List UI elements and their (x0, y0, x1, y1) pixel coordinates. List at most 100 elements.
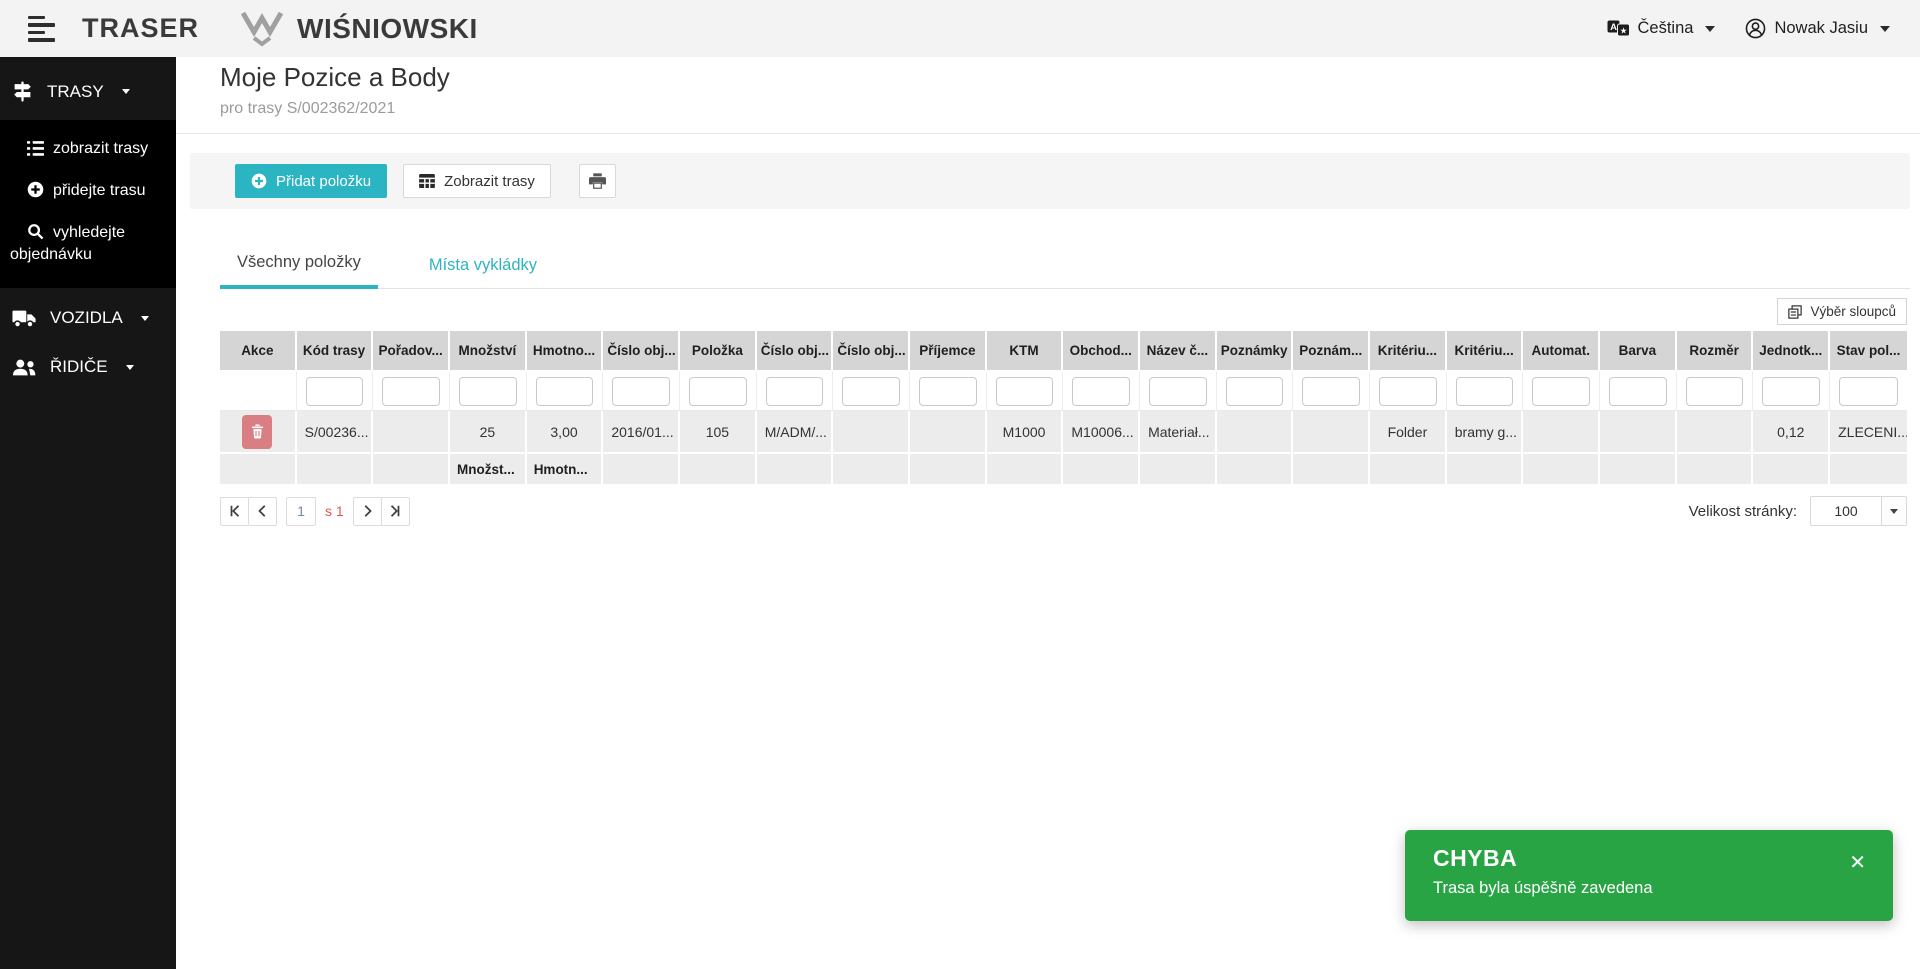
column-header[interactable]: Poznámky (1217, 331, 1294, 372)
column-header[interactable]: Barva (1600, 331, 1677, 372)
column-filter-input[interactable] (842, 377, 900, 406)
column-filter-input[interactable] (1839, 377, 1898, 406)
language-selector[interactable]: A ★ Čeština (1607, 19, 1716, 38)
column-filter-input[interactable] (306, 377, 364, 406)
pager: 1 s 1 (220, 497, 410, 526)
table-footer-row: Množst...Hmotn... (220, 454, 1907, 484)
sidebar-item-ridice[interactable]: ŘIDIČE (0, 339, 176, 388)
sidebar-item-find-order[interactable]: vyhledejte objednávku (0, 212, 176, 276)
page-title: Moje Pozice a Body (220, 62, 1920, 93)
svg-text:A: A (1610, 22, 1617, 33)
filter-cell (603, 372, 680, 411)
column-header[interactable]: Kód trasy (297, 331, 374, 372)
column-header[interactable]: Stav pol... (1830, 331, 1907, 372)
hamburger-menu-icon[interactable] (28, 16, 56, 42)
page-size-dropdown-button[interactable] (1881, 497, 1906, 525)
column-filter-input[interactable] (536, 377, 594, 406)
column-filter-input[interactable] (689, 377, 747, 406)
column-filter-input[interactable] (1302, 377, 1360, 406)
current-page-indicator[interactable]: 1 (286, 497, 316, 526)
add-item-label: Přidat položku (276, 173, 371, 190)
table-cell: Materiał... (1140, 411, 1217, 454)
first-page-button[interactable] (220, 497, 249, 526)
column-header[interactable]: Jednotk... (1753, 331, 1830, 372)
prev-page-button[interactable] (248, 497, 277, 526)
column-filter-input[interactable] (996, 377, 1054, 406)
column-filter-input[interactable] (1456, 377, 1514, 406)
table-footer-cell (833, 454, 910, 484)
sidebar-item-trasy[interactable]: TRASY (0, 57, 176, 120)
column-header[interactable]: Automat. (1523, 331, 1600, 372)
filter-cell (1293, 372, 1370, 411)
column-filter-input[interactable] (459, 377, 517, 406)
translate-icon: A ★ (1607, 20, 1630, 37)
print-button[interactable] (579, 164, 616, 198)
svg-text:★: ★ (1619, 27, 1627, 37)
sidebar-item-show-routes[interactable]: zobrazit trasy (0, 128, 176, 170)
column-filter-input[interactable] (1226, 377, 1284, 406)
sidebar-item-add-route[interactable]: přidejte trasu (0, 170, 176, 212)
table-footer-cell (680, 454, 757, 484)
column-filter-input[interactable] (1149, 377, 1207, 406)
grid-toolbar: Výběr sloupců (220, 298, 1907, 325)
page-size-select[interactable]: 100 (1810, 496, 1907, 526)
column-filter-input[interactable] (612, 377, 670, 406)
column-header[interactable]: Příjemce (910, 331, 987, 372)
filter-cell (1600, 372, 1677, 411)
column-header[interactable]: Číslo obj... (757, 331, 834, 372)
column-header[interactable]: Číslo obj... (603, 331, 680, 372)
delete-row-button[interactable] (242, 415, 272, 449)
filter-cell (297, 372, 374, 411)
column-header[interactable]: Rozměr (1677, 331, 1754, 372)
table-cell (1600, 411, 1677, 454)
table-footer-cell (1217, 454, 1294, 484)
divider (176, 133, 1920, 134)
plus-circle-icon (251, 173, 267, 189)
column-filter-input[interactable] (382, 377, 440, 406)
table-cell: M10006... (1063, 411, 1140, 454)
page-of-label: s 1 (325, 503, 344, 519)
column-header[interactable]: Poznám... (1293, 331, 1370, 372)
sidebar-item-vozidla[interactable]: VOZIDLA (0, 288, 176, 339)
column-filter-input[interactable] (1072, 377, 1130, 406)
table-footer-cell (1447, 454, 1524, 484)
column-chooser-button[interactable]: Výběr sloupců (1777, 298, 1907, 325)
topbar-right: A ★ Čeština Nowak Jasiu (1607, 18, 1891, 39)
column-filter-input[interactable] (1379, 377, 1437, 406)
column-filter-input[interactable] (766, 377, 824, 406)
table-footer-cell (603, 454, 680, 484)
column-header[interactable]: Obchod... (1063, 331, 1140, 372)
column-filter-input[interactable] (1532, 377, 1590, 406)
table-cell: M1000 (987, 411, 1064, 454)
add-item-button[interactable]: Přidat položku (235, 164, 387, 198)
column-filter-input[interactable] (1609, 377, 1667, 406)
user-menu[interactable]: Nowak Jasiu (1745, 18, 1890, 39)
column-header[interactable]: Položka (680, 331, 757, 372)
filter-cell (1447, 372, 1524, 411)
filter-cell (757, 372, 834, 411)
tab-all-items[interactable]: Všechny položky (220, 253, 378, 289)
last-page-button[interactable] (381, 497, 410, 526)
search-icon (27, 223, 44, 240)
next-page-button[interactable] (353, 497, 382, 526)
column-filter-input[interactable] (919, 377, 977, 406)
show-routes-button[interactable]: Zobrazit trasy (403, 164, 551, 198)
column-filter-input[interactable] (1686, 377, 1744, 406)
sidebar: TRASY zobrazit trasy přidejte trasu (0, 57, 176, 969)
column-header[interactable]: Akce (220, 331, 297, 372)
column-header[interactable]: KTM (987, 331, 1064, 372)
close-icon[interactable]: ✕ (1849, 853, 1866, 873)
column-header[interactable]: Kritériu... (1370, 331, 1447, 372)
column-filter-input[interactable] (1762, 377, 1820, 406)
column-header[interactable]: Hmotno... (527, 331, 604, 372)
tab-unload-places[interactable]: Místa vykládky (412, 256, 554, 288)
pager-bar: 1 s 1 Velikost stránky: 100 (220, 496, 1907, 526)
column-header[interactable]: Číslo obj... (833, 331, 910, 372)
column-header[interactable]: Kritériu... (1447, 331, 1524, 372)
column-header[interactable]: Množství (450, 331, 527, 372)
column-header[interactable]: Pořadov... (373, 331, 450, 372)
table-cell: 0,12 (1753, 411, 1830, 454)
toast-notification: CHYBA Trasa byla úspěšně zavedena ✕ (1405, 830, 1893, 921)
table-cell: 105 (680, 411, 757, 454)
column-header[interactable]: Název č... (1140, 331, 1217, 372)
